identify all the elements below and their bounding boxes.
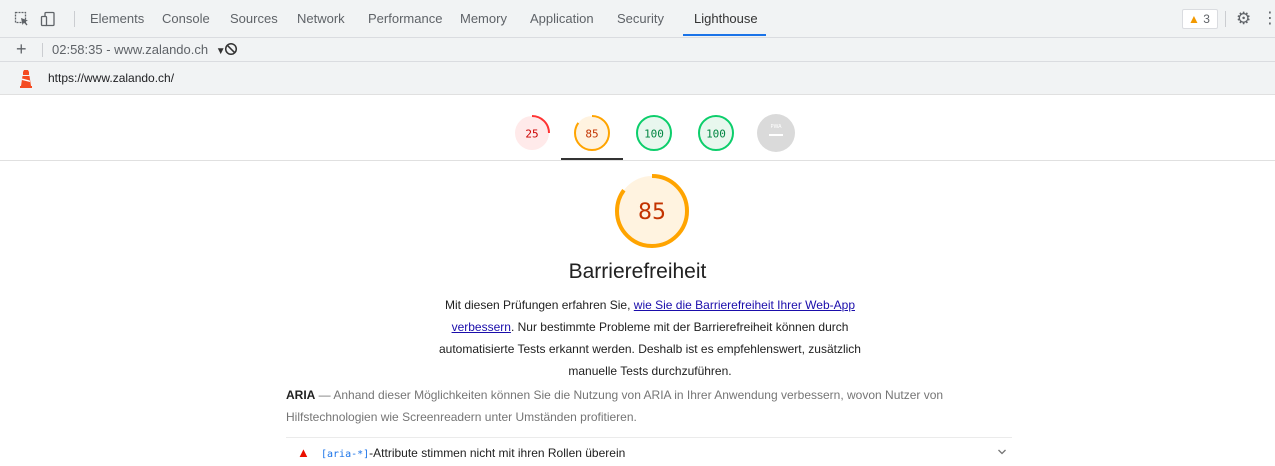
category-score-gauge: 85 <box>615 174 689 248</box>
lighthouse-icon <box>20 70 32 88</box>
gauge-accessibility[interactable]: 85 <box>573 114 611 152</box>
audit-group-title: ARIA <box>286 388 316 402</box>
toolbar-divider <box>42 43 43 57</box>
report-select[interactable]: 02:58:35 - www.zalando.ch ▼ <box>52 42 226 60</box>
category-score: 85 <box>638 200 666 225</box>
pwa-dash-icon <box>769 134 783 136</box>
warnings-counter[interactable]: ▲ 3 <box>1182 9 1218 29</box>
plus-icon[interactable]: + <box>16 39 27 59</box>
score-gauges-row: 25 85 100 100 PWA <box>0 95 1275 161</box>
chevron-down-icon[interactable] <box>997 447 1007 457</box>
report-toolbar: + 02:58:35 - www.zalando.ch ▼ <box>0 38 1275 62</box>
gauge-pwa-label: PWA <box>770 124 782 130</box>
toolbar-divider <box>74 11 75 27</box>
audit-code: [aria-*] <box>321 449 370 460</box>
gauge-best-practices[interactable]: 100 <box>635 114 673 152</box>
kebab-menu-icon[interactable]: ⋮ <box>1262 9 1275 29</box>
gauge-seo[interactable]: 100 <box>697 114 735 152</box>
gauge-score: 25 <box>525 128 538 141</box>
fail-triangle-icon: ▲ <box>297 445 310 460</box>
gauge-score: 85 <box>585 128 598 141</box>
audit-group-text: — Anhand dieser Möglichkeiten können Sie… <box>286 388 944 424</box>
tab-elements[interactable]: Elements <box>90 0 144 38</box>
report-select-label: 02:58:35 - www.zalando.ch <box>52 42 209 57</box>
devtools-tab-bar: Elements Console Sources Network Perform… <box>0 0 1275 38</box>
tab-lighthouse[interactable]: Lighthouse <box>694 0 758 38</box>
audit-title: [aria-*]-Attribute stimmen nicht mit ihr… <box>321 446 625 460</box>
gauge-performance[interactable]: 25 <box>513 114 551 152</box>
tab-console[interactable]: Console <box>162 0 210 38</box>
audit-group-description: ARIA — Anhand dieser Möglichkeiten könne… <box>286 384 986 428</box>
tab-memory[interactable]: Memory <box>460 0 507 38</box>
gauge-score: 100 <box>644 128 664 141</box>
active-tab-indicator <box>683 34 766 36</box>
gauge-pwa[interactable]: PWA <box>757 114 795 152</box>
tab-performance[interactable]: Performance <box>368 0 442 38</box>
audit-row[interactable]: ▲ [aria-*]-Attribute stimmen nicht mit i… <box>286 437 1012 466</box>
toolbar-divider <box>1225 11 1226 27</box>
inspect-element-icon[interactable] <box>14 11 30 27</box>
gauge-score: 100 <box>706 128 726 141</box>
audit-label: -Attribute stimmen nicht mit ihren Rolle… <box>369 446 626 460</box>
report-url-bar: https://www.zalando.ch/ <box>0 62 1275 95</box>
clear-block-icon[interactable] <box>224 42 238 56</box>
category-description: Mit diesen Prüfungen erfahren Sie, wie S… <box>420 294 880 382</box>
tab-application[interactable]: Application <box>530 0 594 38</box>
category-description-text: Mit diesen Prüfungen erfahren Sie, <box>445 298 634 312</box>
warning-count: 3 <box>1203 12 1210 26</box>
tab-security[interactable]: Security <box>617 0 664 38</box>
device-toolbar-icon[interactable] <box>40 11 56 27</box>
warning-icon: ▲ <box>1188 12 1200 26</box>
tab-network[interactable]: Network <box>297 0 345 38</box>
tab-sources[interactable]: Sources <box>230 0 278 38</box>
selected-gauge-indicator <box>561 158 623 160</box>
gear-icon[interactable]: ⚙ <box>1236 9 1251 29</box>
report-url[interactable]: https://www.zalando.ch/ <box>48 71 174 85</box>
category-title: Barrierefreiheit <box>568 260 707 283</box>
